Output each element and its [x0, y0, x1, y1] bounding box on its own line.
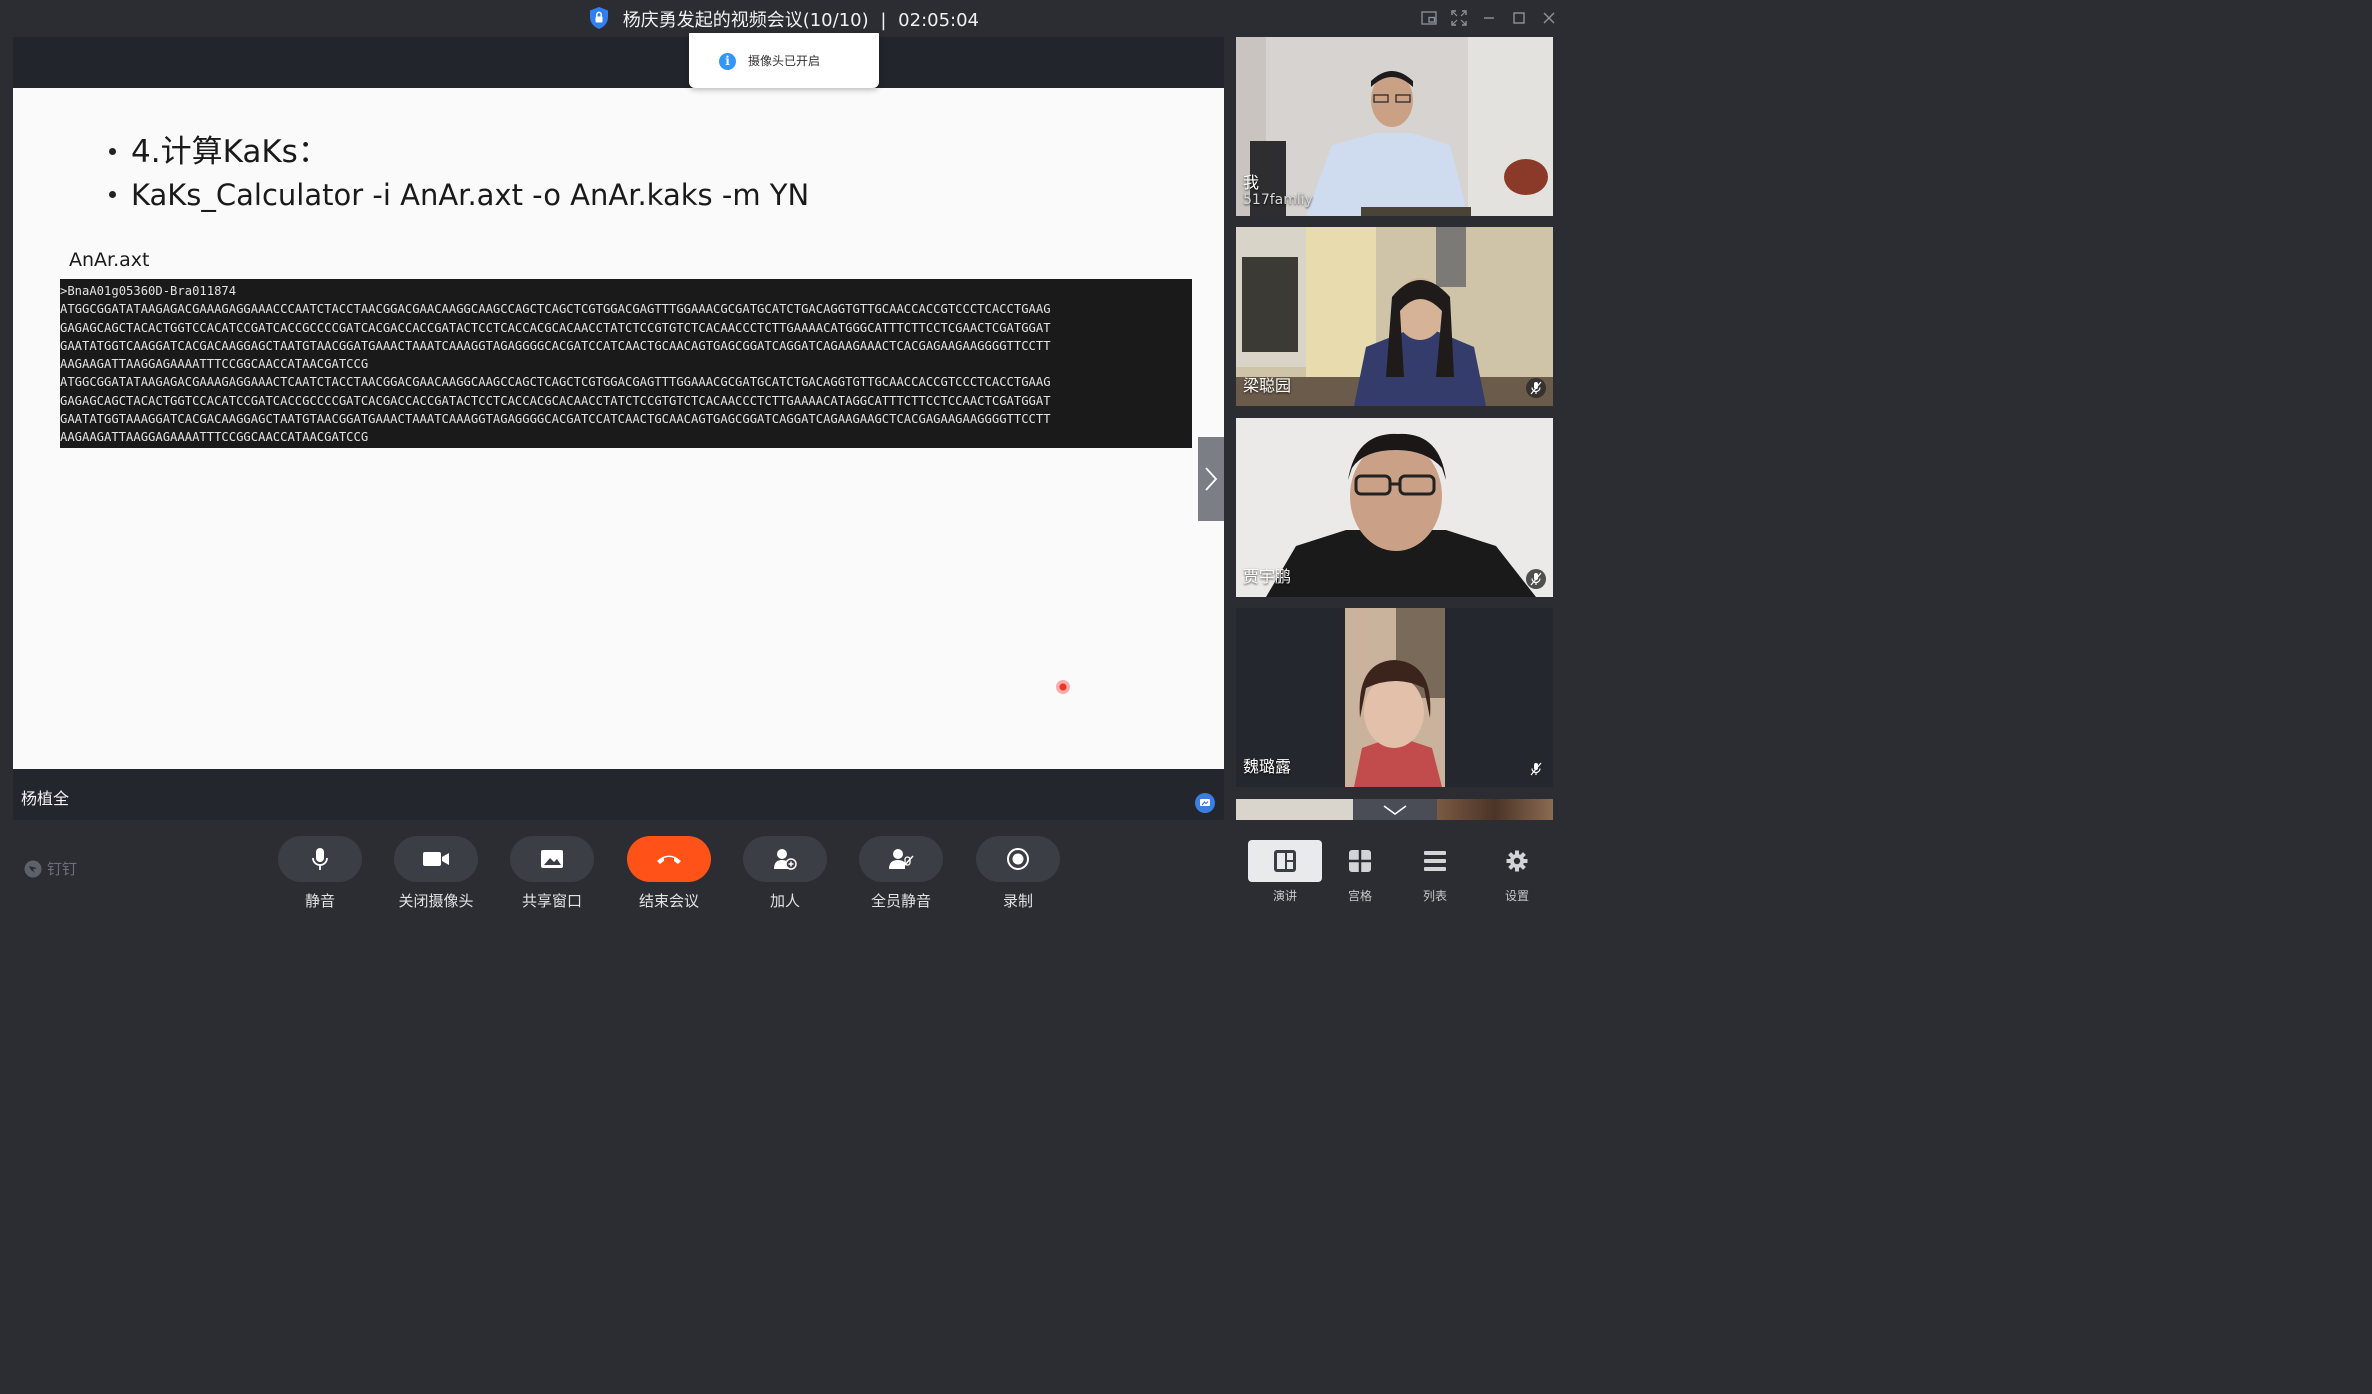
grid-view-label: 宫格	[1347, 889, 1372, 903]
participant-thumbnail	[1437, 799, 1553, 820]
record-icon	[976, 836, 1060, 882]
meeting-elapsed-time: 02:05:04	[898, 10, 980, 31]
main-speaker-name: 杨植全	[21, 789, 70, 808]
list-view-button[interactable]: 列表	[1398, 840, 1472, 904]
info-icon: i	[719, 53, 736, 70]
screen-share-badge-icon[interactable]	[1195, 793, 1215, 813]
shared-screen-top-strip	[13, 37, 1224, 88]
title-bar: 杨庆勇发起的视频会议(10/10) | 02:05:04	[0, 0, 1568, 37]
participant-tile[interactable]: 魏璐露	[1236, 608, 1553, 787]
terminal-line: ATGGCGGATATAAGAGACGAAAGAGGAAACTCAATCTACC…	[60, 375, 1051, 390]
add-person-button[interactable]: 加人	[743, 836, 827, 911]
participant-thumbnail	[1236, 799, 1353, 820]
share-window-icon	[510, 836, 594, 882]
presentation-slide: 4.计算KaKs： KaKs_Calculator -i AnAr.axt -o…	[13, 88, 1224, 769]
close-icon[interactable]	[1540, 7, 1558, 29]
terminal-line: GAATATGGTCAAGGATCACGACAAGGAGCTAATGTAACGG…	[60, 338, 1051, 353]
dingtalk-logo-icon	[24, 860, 42, 877]
list-layout-icon	[1398, 840, 1472, 882]
chevron-right-icon	[1205, 467, 1218, 491]
next-page-button[interactable]	[1198, 437, 1224, 521]
picture-in-picture-icon[interactable]	[1420, 7, 1438, 29]
meeting-title: 杨庆勇发起的视频会议(10/10)	[622, 10, 869, 31]
chevron-down-icon	[1383, 804, 1407, 815]
laser-pointer	[1056, 680, 1070, 694]
brand-name: 钉钉	[47, 860, 78, 878]
share-window-button[interactable]: 共享窗口	[510, 836, 594, 911]
settings-label: 设置	[1504, 889, 1529, 903]
terminal-line: GAGAGCAGCTACACTGGTCCACATCCGATCACCGCCCCGA…	[60, 393, 1051, 408]
maximize-icon[interactable]	[1510, 7, 1528, 29]
settings-button[interactable]: 设置	[1480, 840, 1554, 904]
camera-icon	[394, 836, 478, 882]
shared-screen-view[interactable]: 4.计算KaKs： KaKs_Calculator -i AnAr.axt -o…	[13, 37, 1224, 820]
participant-tile[interactable]: 贾宇鹏	[1236, 418, 1553, 597]
title-separator: |	[880, 10, 887, 31]
meeting-toolbar: 钉钉 静音 关闭摄像头 共享窗口 结束会议 加人 全员静音 录制 演讲 宫格 列…	[0, 820, 1568, 921]
add-person-button-label: 加人	[769, 892, 800, 910]
add-person-icon	[743, 836, 827, 882]
more-participants-strip[interactable]	[1236, 799, 1553, 820]
secure-shield-icon	[589, 6, 609, 37]
participant-subtitle: 517famliy	[1243, 192, 1313, 208]
mute-all-icon	[859, 836, 943, 882]
microphone-muted-icon	[1526, 569, 1546, 589]
sequence-terminal: >BnaA01g05360D-Bra011874 ATGGCGGATATAAGA…	[60, 279, 1192, 448]
gear-icon	[1480, 840, 1554, 882]
terminal-line: GAGAGCAGCTACACTGGTCCACATCCGATCACCGCCCCGA…	[60, 320, 1051, 335]
speaker-view-label: 演讲	[1272, 889, 1297, 903]
speaker-layout-icon	[1248, 840, 1322, 882]
bullet-dot	[109, 191, 116, 198]
mute-all-button-label: 全员静音	[870, 892, 931, 910]
speaker-view-button[interactable]: 演讲	[1248, 840, 1322, 904]
window-controls	[1420, 7, 1558, 29]
record-button[interactable]: 录制	[976, 836, 1060, 911]
slide-bullet-1: 4.计算KaKs：	[109, 126, 329, 171]
mute-button-label: 静音	[304, 892, 335, 910]
grid-layout-icon	[1323, 840, 1397, 882]
fullscreen-icon[interactable]	[1450, 7, 1468, 29]
participant-video-feed	[1236, 37, 1553, 216]
grid-view-button[interactable]: 宫格	[1323, 840, 1397, 904]
microphone-muted-icon	[1526, 378, 1546, 398]
file-label: AnAr.axt	[69, 249, 150, 271]
participant-tile-me[interactable]: 我 517famliy	[1236, 37, 1553, 216]
end-meeting-button-label: 结束会议	[638, 892, 699, 910]
terminal-line: ATGGCGGATATAAGAGACGAAAGAGGAAACCCAATCTACC…	[60, 302, 1051, 317]
participant-name: 贾宇鹏	[1243, 567, 1292, 586]
mute-button[interactable]: 静音	[278, 836, 362, 911]
participant-name: 梁聪园	[1243, 376, 1292, 395]
camera-on-toast: i 摄像头已开启	[689, 33, 879, 88]
minimize-icon[interactable]	[1480, 7, 1498, 29]
microphone-muted-icon	[1526, 759, 1546, 779]
slide-bullet-2: KaKs_Calculator -i AnAr.axt -o AnAr.kaks…	[109, 178, 809, 212]
terminal-line: AAGAAGATTAAGGAGAAAATTTCCGGCAACCATAACGATC…	[60, 357, 369, 372]
participant-tile[interactable]: 梁聪园	[1236, 227, 1553, 406]
camera-off-button[interactable]: 关闭摄像头	[394, 836, 478, 911]
toast-message: 摄像头已开启	[748, 54, 821, 68]
camera-off-button-label: 关闭摄像头	[398, 892, 474, 910]
microphone-icon	[278, 836, 362, 882]
mute-all-button[interactable]: 全员静音	[859, 836, 943, 911]
end-meeting-button[interactable]: 结束会议	[627, 836, 711, 911]
terminal-line: AAGAAGATTAAGGAGAAAATTTCCGGCAACCATAACGATC…	[60, 430, 369, 445]
record-button-label: 录制	[1002, 892, 1033, 910]
terminal-line: GAATATGGTAAAGGATCACGACAAGGAGCTAATGTAACGG…	[60, 412, 1051, 427]
brand-logo: 钉钉	[24, 858, 77, 879]
hang-up-icon	[627, 836, 711, 882]
speaker-name-bar: 杨植全	[13, 769, 1224, 820]
list-view-label: 列表	[1422, 889, 1447, 903]
expand-list-button[interactable]	[1353, 799, 1437, 820]
participant-name: 魏璐露	[1243, 757, 1292, 776]
terminal-line: >BnaA01g05360D-Bra011874	[60, 284, 237, 298]
bullet-dot	[109, 148, 116, 155]
share-window-button-label: 共享窗口	[521, 892, 582, 910]
participant-name: 我	[1243, 173, 1260, 192]
